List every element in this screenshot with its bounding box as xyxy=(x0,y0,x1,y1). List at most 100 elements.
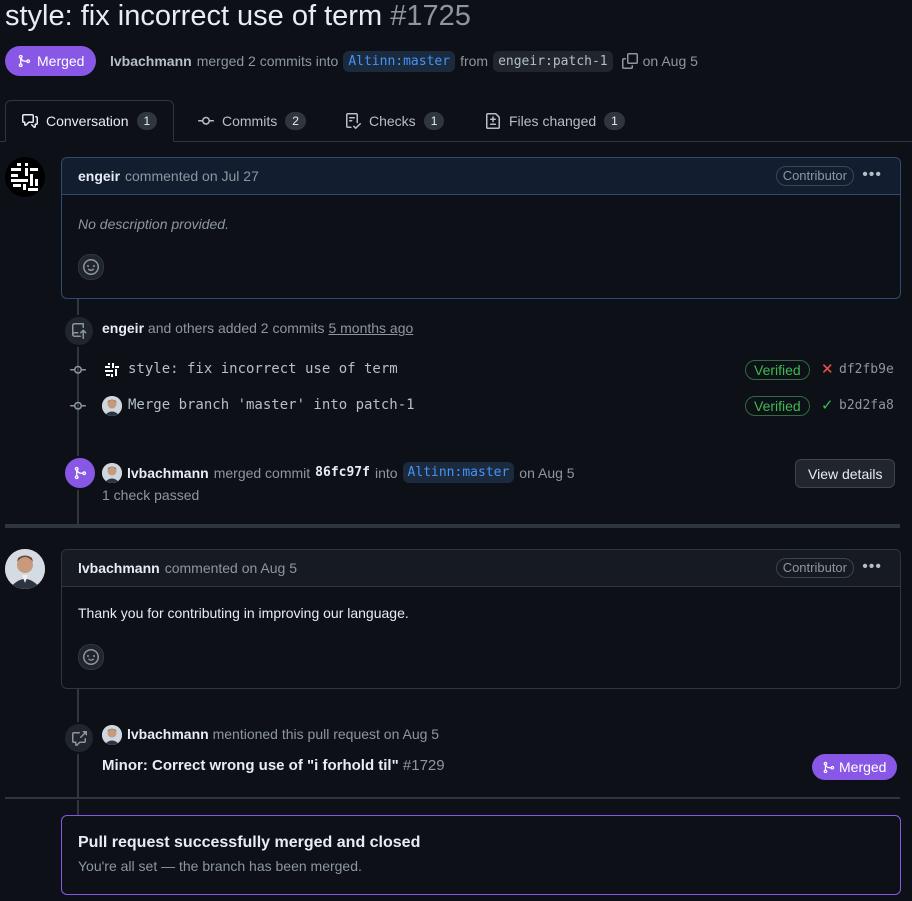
pr-state-badge: Merged xyxy=(5,46,97,76)
comment-author[interactable]: engeir xyxy=(78,168,120,184)
commit-message-link[interactable]: style: fix incorrect use of term xyxy=(128,361,398,377)
tab-commits[interactable]: Commits 2 xyxy=(198,100,306,141)
avatar-lvbachmann-small[interactable] xyxy=(102,463,122,483)
timeline-line xyxy=(77,800,79,815)
pr-state-label: Merged xyxy=(37,53,85,69)
merged-status-title: Pull request successfully merged and clo… xyxy=(78,834,421,851)
tab-commits-count: 2 xyxy=(285,111,306,130)
repo-push-icon xyxy=(72,323,87,339)
kebab-menu-icon[interactable]: ••• xyxy=(862,558,882,576)
merge-target-branch[interactable]: Altinn:master xyxy=(402,462,515,483)
tab-files-changed[interactable]: Files changed 1 xyxy=(485,100,625,141)
cross-reference-event-icon xyxy=(63,722,95,754)
commit-sha-link[interactable]: df2fb9e xyxy=(839,362,894,377)
commits-event-time[interactable]: 5 months ago xyxy=(328,320,413,336)
contributor-badge: Contributor xyxy=(775,558,854,578)
commits-event-line: engeir and others added 2 commits 5 mont… xyxy=(102,320,413,336)
cross-reference-icon xyxy=(72,731,87,746)
merge-event-into: into xyxy=(374,464,398,481)
tab-checks-label: Checks xyxy=(369,112,416,129)
commit-sha-link[interactable]: b2d2fa8 xyxy=(839,398,894,413)
commit-node-icon xyxy=(69,362,87,378)
merge-event-text: merged commit xyxy=(213,464,311,481)
tab-checks[interactable]: Checks 1 xyxy=(345,100,445,141)
comment-header: engeir commented on Jul 27 Contributor •… xyxy=(62,158,900,195)
tab-checks-count: 1 xyxy=(423,111,445,130)
pr-title: style: fix incorrect use of term xyxy=(5,0,383,32)
pr-meta-line: lvbachmann merged 2 commits into Altinn:… xyxy=(110,48,698,74)
copy-icon[interactable] xyxy=(621,53,638,69)
comment-header: lvbachmann commented on Aug 5 Contributo… xyxy=(62,550,900,587)
merged-event-icon xyxy=(63,456,97,490)
comment-meta[interactable]: commented on Aug 5 xyxy=(165,560,297,576)
merge-icon xyxy=(74,466,87,480)
view-details-button[interactable]: View details xyxy=(795,459,896,488)
merge-commit-sha[interactable]: 86fc97f xyxy=(315,465,370,480)
smiley-icon xyxy=(83,259,99,275)
merge-date: on Aug 5 xyxy=(642,53,698,69)
referenced-pr-number: #1729 xyxy=(402,757,445,774)
merge-event-date[interactable]: on Aug 5 xyxy=(519,465,574,481)
contributor-badge: Contributor xyxy=(775,166,854,186)
add-reaction-button[interactable] xyxy=(78,644,104,670)
comment-box-engeir: engeir commented on Jul 27 Contributor •… xyxy=(61,157,901,299)
mention-author[interactable]: lvbachmann xyxy=(127,726,209,742)
tab-conversation-count: 1 xyxy=(136,112,158,130)
comment-box-lvbachmann: lvbachmann commented on Aug 5 Contributo… xyxy=(61,549,901,689)
commits-event-text: and others added 2 commits xyxy=(147,320,325,336)
tab-commits-label: Commits xyxy=(222,112,278,129)
merged-status-subtitle: You're all set — the branch has been mer… xyxy=(78,858,362,874)
merge-icon xyxy=(823,761,835,773)
referenced-pr-title[interactable]: Minor: Correct wrong use of "i forhold t… xyxy=(102,757,399,774)
kebab-menu-icon[interactable]: ••• xyxy=(862,166,882,184)
pr-tabs: Conversation 1 Commits 2 Checks 1 Files … xyxy=(0,100,912,142)
add-reaction-button[interactable] xyxy=(78,254,104,280)
base-branch[interactable]: Altinn:master xyxy=(343,50,456,72)
referenced-pr: Minor: Correct wrong use of "i forhold t… xyxy=(102,757,445,774)
tab-conversation[interactable]: Conversation 1 xyxy=(5,100,175,142)
file-diff-icon xyxy=(486,112,500,129)
merged-status-box: Pull request successfully merged and clo… xyxy=(61,815,901,895)
commit-message-link[interactable]: Merge branch 'master' into patch-1 xyxy=(128,397,415,413)
merge-event-author[interactable]: lvbachmann xyxy=(127,465,209,481)
referenced-pr-state-label: Merged xyxy=(839,759,887,775)
referenced-pr-state: Merged xyxy=(812,754,898,780)
avatar-lvbachmann-small[interactable] xyxy=(102,396,122,416)
from-text: from xyxy=(460,53,489,69)
mention-event-line: lvbachmann mentioned this pull request o… xyxy=(127,726,439,742)
verified-badge[interactable]: Verified xyxy=(745,360,810,380)
commit-icon xyxy=(198,116,214,125)
pr-state-badge-wrap: Merged xyxy=(5,46,97,76)
comment-body: Thank you for contributing in improving … xyxy=(78,605,409,621)
repo-push-event-icon xyxy=(63,315,95,347)
referenced-pr-badge: Merged xyxy=(812,754,898,780)
check-pass-icon[interactable]: ✓ xyxy=(821,396,834,414)
avatar-lvbachmann-small[interactable] xyxy=(102,725,122,745)
checklist-icon xyxy=(346,112,361,129)
checks-passed-text[interactable]: 1 check passed xyxy=(102,487,199,503)
avatar-engeir[interactable] xyxy=(5,157,45,197)
comment-body: No description provided. xyxy=(78,216,229,232)
comment-author[interactable]: lvbachmann xyxy=(78,560,160,576)
avatar-lvbachmann[interactable] xyxy=(5,549,45,589)
merge-text: merged 2 commits into xyxy=(196,53,339,69)
pr-number: #1725 xyxy=(390,0,471,32)
avatar-engeir-small[interactable] xyxy=(102,360,122,380)
identicon-image xyxy=(5,157,45,197)
tab-conversation-label: Conversation xyxy=(46,113,129,129)
smiley-icon xyxy=(83,649,99,665)
merge-event-line: lvbachmann merged commit 86fc97f into Al… xyxy=(127,462,575,483)
head-branch[interactable]: engeir:patch-1 xyxy=(493,50,613,72)
commits-event-author[interactable]: engeir xyxy=(102,320,144,336)
merge-icon xyxy=(18,54,31,68)
merger-link[interactable]: lvbachmann xyxy=(110,53,192,69)
timeline-divider xyxy=(5,797,900,799)
x-fail-icon[interactable]: ✕ xyxy=(821,360,834,378)
commit-node-icon xyxy=(69,398,87,414)
pr-title-row: style: fix incorrect use of term #1725 xyxy=(5,0,471,36)
comment-meta[interactable]: commented on Jul 27 xyxy=(125,168,259,184)
tab-files-changed-count: 1 xyxy=(604,111,625,130)
timeline-divider xyxy=(5,524,900,528)
mention-text: mentioned this pull request on Aug 5 xyxy=(212,726,440,742)
verified-badge[interactable]: Verified xyxy=(745,396,810,416)
